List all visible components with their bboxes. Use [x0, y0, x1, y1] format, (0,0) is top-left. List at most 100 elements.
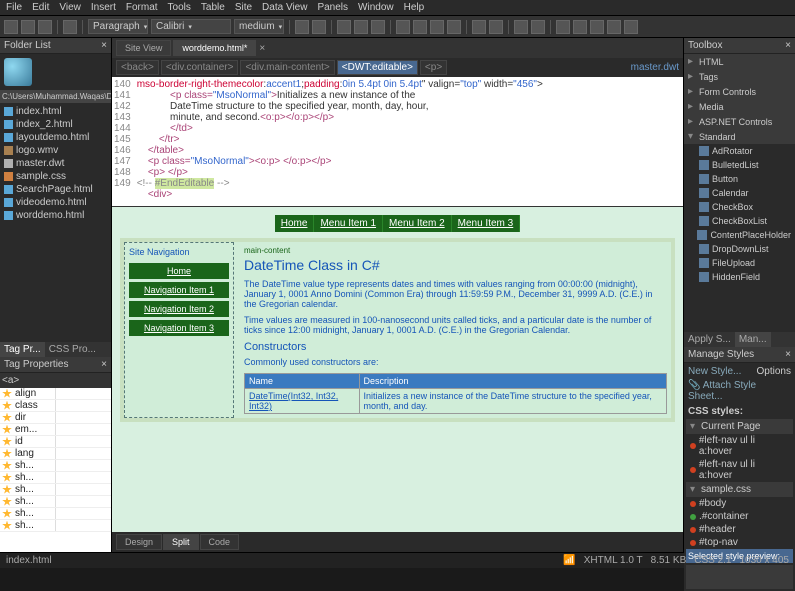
sidenav-item[interactable]: Navigation Item 3	[129, 320, 229, 336]
toolbox-item[interactable]: DropDownList	[684, 242, 795, 256]
panel-close-icon[interactable]: ×	[785, 40, 791, 51]
highlight-icon[interactable]	[312, 20, 326, 34]
panel-close-icon[interactable]: ×	[101, 40, 107, 51]
panel-close-icon[interactable]: ×	[101, 359, 107, 370]
save-icon[interactable]	[38, 20, 52, 34]
sidenav-item[interactable]: Navigation Item 2	[129, 301, 229, 317]
css-group-current[interactable]: Current Page	[701, 421, 760, 432]
property-row[interactable]: sh...	[0, 472, 111, 484]
toolbox-item[interactable]: HiddenField	[684, 270, 795, 284]
panel-close-icon[interactable]: ×	[785, 349, 791, 360]
css-rule[interactable]: #body	[699, 498, 726, 509]
menu-panels[interactable]: Panels	[317, 2, 348, 13]
code-content[interactable]: mso-border-right-themecolor:accent1;padd…	[137, 79, 543, 204]
breadcrumb-item[interactable]: <div.container>	[161, 60, 239, 75]
toolbox-item[interactable]: CheckBox	[684, 200, 795, 214]
breadcrumb-back[interactable]: <back>	[116, 60, 159, 75]
breadcrumb-item[interactable]: <p>	[420, 60, 447, 75]
property-row[interactable]: sh...	[0, 460, 111, 472]
toolbox-group[interactable]: ▸HTML	[684, 54, 795, 69]
file-item[interactable]: sample.css	[2, 170, 109, 183]
layer-icon[interactable]	[624, 20, 638, 34]
color-icon[interactable]	[295, 20, 309, 34]
status-css-mode[interactable]: CSS 2.1	[694, 555, 731, 566]
menu-help[interactable]: Help	[404, 2, 425, 13]
table-cell[interactable]: DateTime(Int32, Int32, Int32)	[245, 389, 360, 414]
page-heading[interactable]: DateTime Class in C#	[244, 257, 667, 273]
border-icon[interactable]	[556, 20, 570, 34]
menu-edit[interactable]: Edit	[32, 2, 49, 13]
toolbox-item[interactable]: CheckBoxList	[684, 214, 795, 228]
preview-icon[interactable]	[63, 20, 77, 34]
folder-path[interactable]: C:\Users\Muhammad.Waqas\Do	[0, 90, 111, 103]
link-icon[interactable]	[607, 20, 621, 34]
table-cell[interactable]: Initializes a new instance of the DateTi…	[359, 389, 666, 414]
new-icon[interactable]	[4, 20, 18, 34]
tab-close-icon[interactable]: ×	[256, 43, 268, 54]
status-dimensions[interactable]: 1030 x 405	[740, 555, 790, 566]
top-menu-item[interactable]: Menu Item 3	[452, 215, 521, 232]
css-rule[interactable]: #top-nav	[699, 537, 738, 548]
tab-css-properties[interactable]: CSS Pro...	[45, 342, 100, 357]
code-editor[interactable]: 140 141 142 143 144 145 146 147 148 149 …	[112, 77, 683, 207]
italic-icon[interactable]	[354, 20, 368, 34]
table-icon[interactable]	[573, 20, 587, 34]
css-group-sample[interactable]: sample.css	[701, 484, 751, 495]
list-bullet-icon[interactable]	[472, 20, 486, 34]
file-item[interactable]: logo.wmv	[2, 144, 109, 157]
editable-region[interactable]: main-content DateTime Class in C# The Da…	[240, 242, 671, 418]
size-select[interactable]: medium	[234, 19, 284, 34]
body-text[interactable]: Commonly used constructors are:	[244, 357, 667, 367]
attach-link[interactable]: 📎 Attach Style Sheet...	[688, 380, 756, 402]
top-menu-home[interactable]: Home	[275, 215, 315, 232]
tab-apply-styles[interactable]: Apply S...	[684, 332, 735, 347]
toolbox-item[interactable]: ContentPlaceHolder	[684, 228, 795, 242]
css-rule[interactable]: #left-nav ul li a:hover	[699, 459, 789, 481]
underline-icon[interactable]	[371, 20, 385, 34]
file-item[interactable]: SearchPage.html	[2, 183, 109, 196]
sidenav-item[interactable]: Home	[129, 263, 229, 279]
file-item[interactable]: master.dwt	[2, 157, 109, 170]
menu-tools[interactable]: Tools	[168, 2, 191, 13]
constructors-table[interactable]: NameDescription DateTime(Int32, Int32, I…	[244, 373, 667, 414]
tab-tag-properties[interactable]: Tag Pr...	[0, 342, 45, 357]
top-menu-item[interactable]: Menu Item 1	[314, 215, 383, 232]
tab-site-view[interactable]: Site View	[116, 40, 171, 56]
font-select[interactable]: Calibri	[151, 19, 231, 34]
toolbox-item[interactable]: Button	[684, 172, 795, 186]
property-row[interactable]: sh...	[0, 520, 111, 532]
toolbox-group[interactable]: ▸Media	[684, 99, 795, 114]
file-item[interactable]: layoutdemo.html	[2, 131, 109, 144]
property-row[interactable]: sh...	[0, 484, 111, 496]
breadcrumb-item[interactable]: <DWT:editable>	[337, 60, 418, 75]
style-select[interactable]: Paragraph	[88, 19, 148, 34]
options-link[interactable]: Options	[757, 366, 791, 377]
menu-view[interactable]: View	[59, 2, 81, 13]
css-rule[interactable]: .#container	[699, 511, 748, 522]
toolbox-item[interactable]: BulletedList	[684, 158, 795, 172]
align-left-icon[interactable]	[396, 20, 410, 34]
design-view[interactable]: Home Menu Item 1 Menu Item 2 Menu Item 3…	[112, 207, 683, 532]
css-rule[interactable]: #left-nav ul li a:hover	[699, 435, 789, 457]
toolbox-item[interactable]: FileUpload	[684, 256, 795, 270]
toolbox-item[interactable]: AdRotator	[684, 144, 795, 158]
menu-file[interactable]: File	[6, 2, 22, 13]
tag-property-grid[interactable]: align class dir em... id lang sh... sh..…	[0, 388, 111, 552]
align-right-icon[interactable]	[430, 20, 444, 34]
property-row[interactable]: dir	[0, 412, 111, 424]
tab-worddemo[interactable]: worddemo.html*	[173, 40, 256, 56]
property-row[interactable]: em...	[0, 424, 111, 436]
tab-manage-styles[interactable]: Man...	[735, 332, 771, 347]
menu-window[interactable]: Window	[358, 2, 394, 13]
top-menu-item[interactable]: Menu Item 2	[383, 215, 452, 232]
property-row[interactable]: sh...	[0, 508, 111, 520]
property-row[interactable]: align	[0, 388, 111, 400]
master-template-link[interactable]: master.dwt	[631, 62, 679, 73]
toolbox-group[interactable]: ▸ASP.NET Controls	[684, 114, 795, 129]
css-rule[interactable]: #header	[699, 524, 736, 535]
outdent-icon[interactable]	[514, 20, 528, 34]
property-row[interactable]: lang	[0, 448, 111, 460]
property-row[interactable]: sh...	[0, 496, 111, 508]
file-item[interactable]: worddemo.html	[2, 209, 109, 222]
property-row[interactable]: class	[0, 400, 111, 412]
